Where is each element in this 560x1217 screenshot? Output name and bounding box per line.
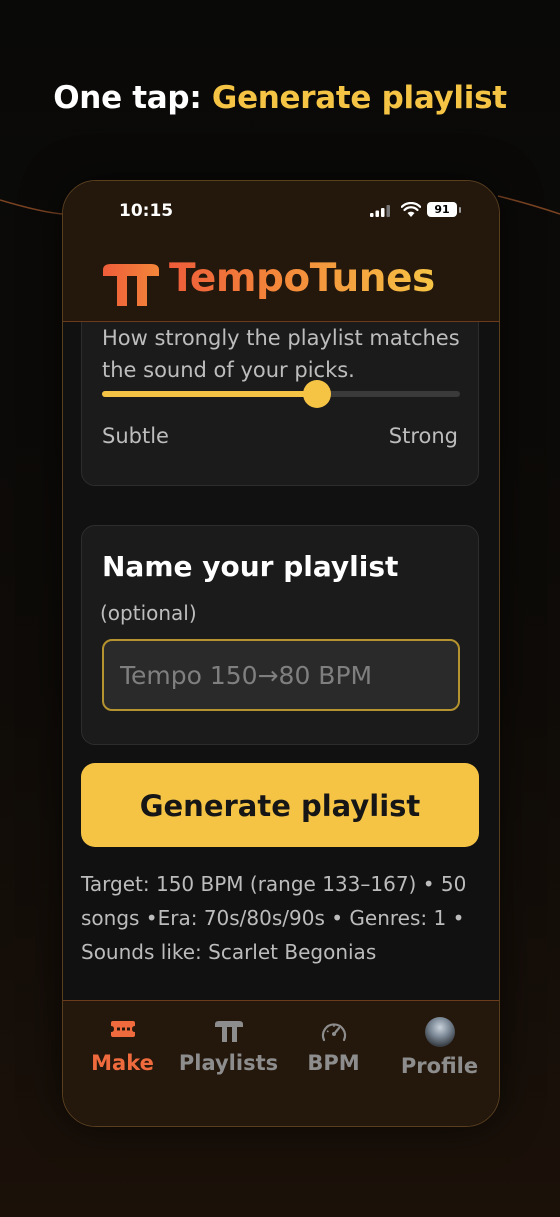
tab-label: Make: [91, 1051, 154, 1075]
avatar: [424, 1017, 455, 1047]
playlist-summary: Target: 150 BPM (range 133–167) • 50 son…: [81, 872, 467, 964]
status-bar: 10:15 91: [63, 181, 499, 237]
headline-accent: Generate playlist: [211, 80, 507, 116]
tempo-logo-icon: [174, 1019, 283, 1047]
headline-prefix: One tap:: [53, 80, 212, 116]
tab-bpm[interactable]: BPM: [279, 1001, 388, 1101]
status-time: 10:15: [119, 201, 174, 221]
similarity-slider[interactable]: [102, 380, 460, 408]
ticket-icon: [68, 1019, 177, 1047]
gauge-icon: [279, 1019, 388, 1047]
tab-label: Playlists: [178, 1051, 279, 1075]
app-header: 10:15 91 TempoTunes: [63, 181, 499, 322]
avatar-photo: [385, 1017, 494, 1047]
similarity-description: How strongly the playlist matches the so…: [102, 326, 460, 382]
playlist-name-input[interactable]: [102, 639, 460, 711]
slider-fill: [102, 391, 317, 397]
tempo-logo-icon: [103, 264, 159, 306]
bottom-tab-bar: Make Playlists BPM Profile: [63, 1000, 499, 1126]
tab-label: BPM: [307, 1051, 360, 1075]
tab-playlists[interactable]: Playlists: [174, 1001, 283, 1101]
app-logo: TempoTunes: [101, 256, 461, 312]
brand-name: TempoTunes: [169, 256, 435, 301]
card-title: Name your playlist: [102, 550, 399, 583]
battery-indicator: 91: [427, 202, 457, 217]
tab-label: Profile: [400, 1054, 479, 1078]
optional-label: (optional): [100, 601, 197, 625]
name-playlist-card: Name your playlist (optional): [81, 525, 479, 745]
phone-frame: 10:15 91 TempoTunes How strongly the pla…: [62, 180, 500, 1127]
generate-playlist-button[interactable]: Generate playlist: [81, 763, 479, 847]
similarity-card: How strongly the playlist matches the so…: [81, 322, 479, 486]
tab-make[interactable]: Make: [68, 1001, 177, 1101]
slider-thumb[interactable]: [302, 380, 331, 408]
battery-tip: [459, 207, 461, 213]
slider-max-label: Strong: [388, 424, 458, 448]
slider-min-label: Subtle: [102, 424, 169, 448]
tab-profile[interactable]: Profile: [385, 1001, 494, 1101]
signal-icon: [370, 205, 390, 217]
wifi-icon: [401, 202, 421, 217]
scroll-content[interactable]: How strongly the playlist matches the so…: [63, 322, 499, 1000]
promo-headline: One tap: Generate playlist: [0, 80, 560, 116]
